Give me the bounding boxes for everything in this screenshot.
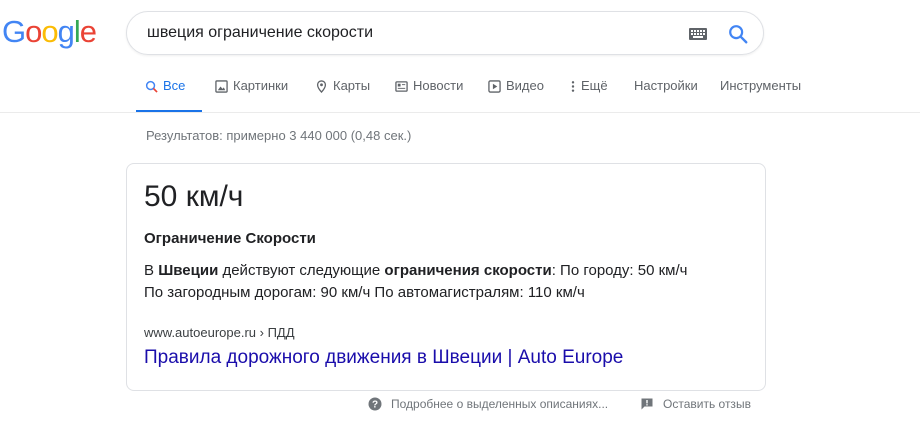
logo-letter: e [79, 14, 97, 49]
map-pin-icon [316, 80, 327, 93]
help-icon: ? [368, 397, 382, 411]
tab-label: Все [163, 78, 186, 93]
answer-text: 50 км/ч [144, 180, 244, 213]
about-featured-snippets[interactable]: ? Подробнее о выделенных описаниях... [368, 397, 608, 411]
results-count: Результатов: примерно 3 440 000 (0,48 се… [146, 128, 412, 143]
tab-more[interactable]: Ещё [570, 78, 608, 112]
result-url: www.autoeurope.ru › ПДД [144, 325, 295, 340]
search-icon[interactable] [727, 23, 749, 45]
tab-label: Картинки [233, 78, 289, 93]
tabs-divider [0, 112, 920, 113]
footer-label: Оставить отзыв [663, 397, 751, 411]
feedback-icon [641, 398, 653, 410]
search-box [126, 11, 764, 55]
logo-letter: G [2, 14, 26, 49]
tab-video[interactable]: Видео [488, 78, 544, 112]
tab-label: Инструменты [720, 78, 802, 93]
featured-snippet: 50 км/ч Ограничение Скорости В Швеции де… [126, 163, 766, 391]
tab-all[interactable]: Все [145, 78, 185, 112]
answer-subtitle: Ограничение Скорости [144, 230, 316, 247]
image-icon [215, 80, 228, 93]
snippet-part: : По городу: 50 км/ч [551, 262, 688, 279]
tab-label: Видео [506, 78, 544, 93]
logo-letter: o [41, 14, 58, 49]
svg-text:?: ? [372, 399, 378, 410]
logo-letter: g [57, 14, 75, 49]
snippet-part: В [144, 262, 159, 279]
snippet-part: действуют следующие [218, 262, 385, 279]
snippet-part: По загородным дорогам: 90 км/ч По автома… [144, 284, 585, 301]
footer-label: Подробнее о выделенных описаниях... [391, 397, 609, 411]
tab-news[interactable]: Новости [395, 78, 463, 112]
result-title-link[interactable]: Правила дорожного движения в Швеции | Au… [144, 347, 623, 369]
google-logo[interactable]: Google [2, 14, 97, 50]
logo-letter: o [25, 14, 42, 49]
search-input[interactable] [147, 22, 667, 44]
tab-tools[interactable]: Инструменты [720, 78, 801, 112]
tab-images[interactable]: Картинки [215, 78, 288, 112]
tab-settings[interactable]: Настройки [634, 78, 698, 112]
more-vert-icon [571, 81, 575, 92]
tab-label: Новости [413, 78, 464, 93]
news-icon [395, 81, 408, 92]
tab-label: Настройки [634, 78, 698, 93]
snippet-highlight: ограничения скорости [384, 262, 552, 279]
snippet-text: В Швеции действуют следующие ограничения… [144, 260, 744, 304]
search-icon [145, 80, 158, 93]
tab-label: Ещё [581, 78, 608, 93]
tab-label: Карты [333, 78, 371, 93]
snippet-highlight: Швеции [158, 262, 219, 279]
keyboard-icon[interactable] [689, 28, 707, 40]
video-icon [488, 80, 501, 93]
tab-maps[interactable]: Карты [315, 78, 370, 112]
feedback-link[interactable]: Оставить отзыв [640, 397, 751, 411]
